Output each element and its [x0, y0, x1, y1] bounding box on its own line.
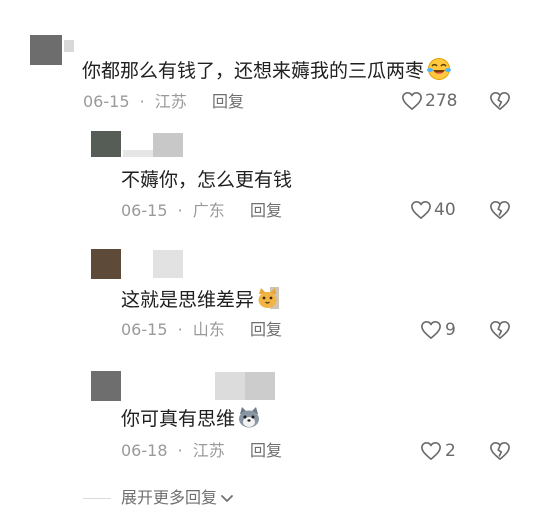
comment-location: 山东 — [192, 320, 225, 339]
avatar[interactable] — [30, 35, 62, 65]
reply-button[interactable]: 回复 — [212, 92, 244, 112]
comment-text: 不薅你，怎么更有钱 — [121, 169, 293, 191]
broken-heart-icon — [490, 92, 510, 110]
like-button[interactable] — [401, 91, 423, 111]
comment-text: 这就是思维差异 — [121, 286, 280, 316]
username-blurred — [123, 150, 153, 157]
reply-button[interactable]: 回复 — [250, 320, 282, 340]
chevron-down-icon — [220, 489, 234, 509]
comment-text: 你可真有思维 — [121, 405, 261, 435]
comment-location: 广东 — [192, 201, 225, 220]
avatar[interactable] — [91, 249, 121, 279]
comment-body: 你可真有思维 — [121, 408, 236, 430]
like-count: 9 — [445, 320, 456, 340]
comment-meta: 06-15 · 广东 — [121, 201, 225, 221]
laughing-tears-emoji — [426, 57, 452, 87]
comment-body: 你都那么有钱了，还想来薅我的三瓜两枣 — [82, 60, 425, 82]
comment-location: 江苏 — [192, 441, 225, 460]
reply-button[interactable]: 回复 — [250, 201, 282, 221]
expand-divider — [83, 498, 111, 499]
reply-button[interactable]: 回复 — [250, 441, 282, 461]
comment-meta: 06-15 · 山东 — [121, 320, 225, 340]
like-count: 2 — [445, 441, 456, 461]
comment-meta: 06-15 · 江苏 — [83, 92, 187, 112]
heart-icon — [402, 92, 422, 110]
username-blurred — [245, 372, 275, 400]
meta-separator: · — [177, 320, 183, 339]
avatar[interactable] — [91, 131, 121, 157]
broken-heart-icon — [490, 321, 510, 339]
username-blurred[interactable] — [64, 40, 74, 52]
dislike-button[interactable] — [489, 441, 511, 461]
heart-icon — [421, 321, 441, 339]
comment-location: 江苏 — [154, 92, 187, 111]
broken-heart-icon — [490, 442, 510, 460]
like-count: 278 — [425, 91, 458, 111]
like-button[interactable] — [420, 320, 442, 340]
comment-date: 06-15 — [121, 320, 168, 339]
meta-separator: · — [139, 92, 145, 111]
username-blurred[interactable] — [215, 372, 245, 400]
expand-label: 展开更多回复 — [121, 488, 218, 507]
heart-icon — [421, 442, 441, 460]
avatar[interactable] — [91, 371, 121, 401]
comment-date: 06-18 — [121, 441, 168, 460]
heart-icon — [411, 201, 431, 219]
expand-more-replies-button[interactable]: 展开更多回复 — [121, 488, 234, 509]
comment-text: 你都那么有钱了，还想来薅我的三瓜两枣 — [82, 57, 452, 87]
username-blurred[interactable] — [153, 133, 183, 157]
broken-heart-icon — [490, 201, 510, 219]
like-count: 40 — [434, 200, 456, 220]
husky-dog-emoji — [237, 405, 261, 435]
meta-separator: · — [177, 201, 183, 220]
username-blurred[interactable] — [153, 250, 183, 278]
dislike-button[interactable] — [489, 320, 511, 340]
dislike-button[interactable] — [489, 91, 511, 111]
comment-date: 06-15 — [83, 92, 130, 111]
dislike-button[interactable] — [489, 200, 511, 220]
like-button[interactable] — [410, 200, 432, 220]
like-button[interactable] — [420, 441, 442, 461]
cat-emoji — [256, 286, 280, 316]
comment-date: 06-15 — [121, 201, 168, 220]
comment-meta: 06-18 · 江苏 — [121, 441, 225, 461]
meta-separator: · — [177, 441, 183, 460]
comment-body: 这就是思维差异 — [121, 289, 255, 311]
